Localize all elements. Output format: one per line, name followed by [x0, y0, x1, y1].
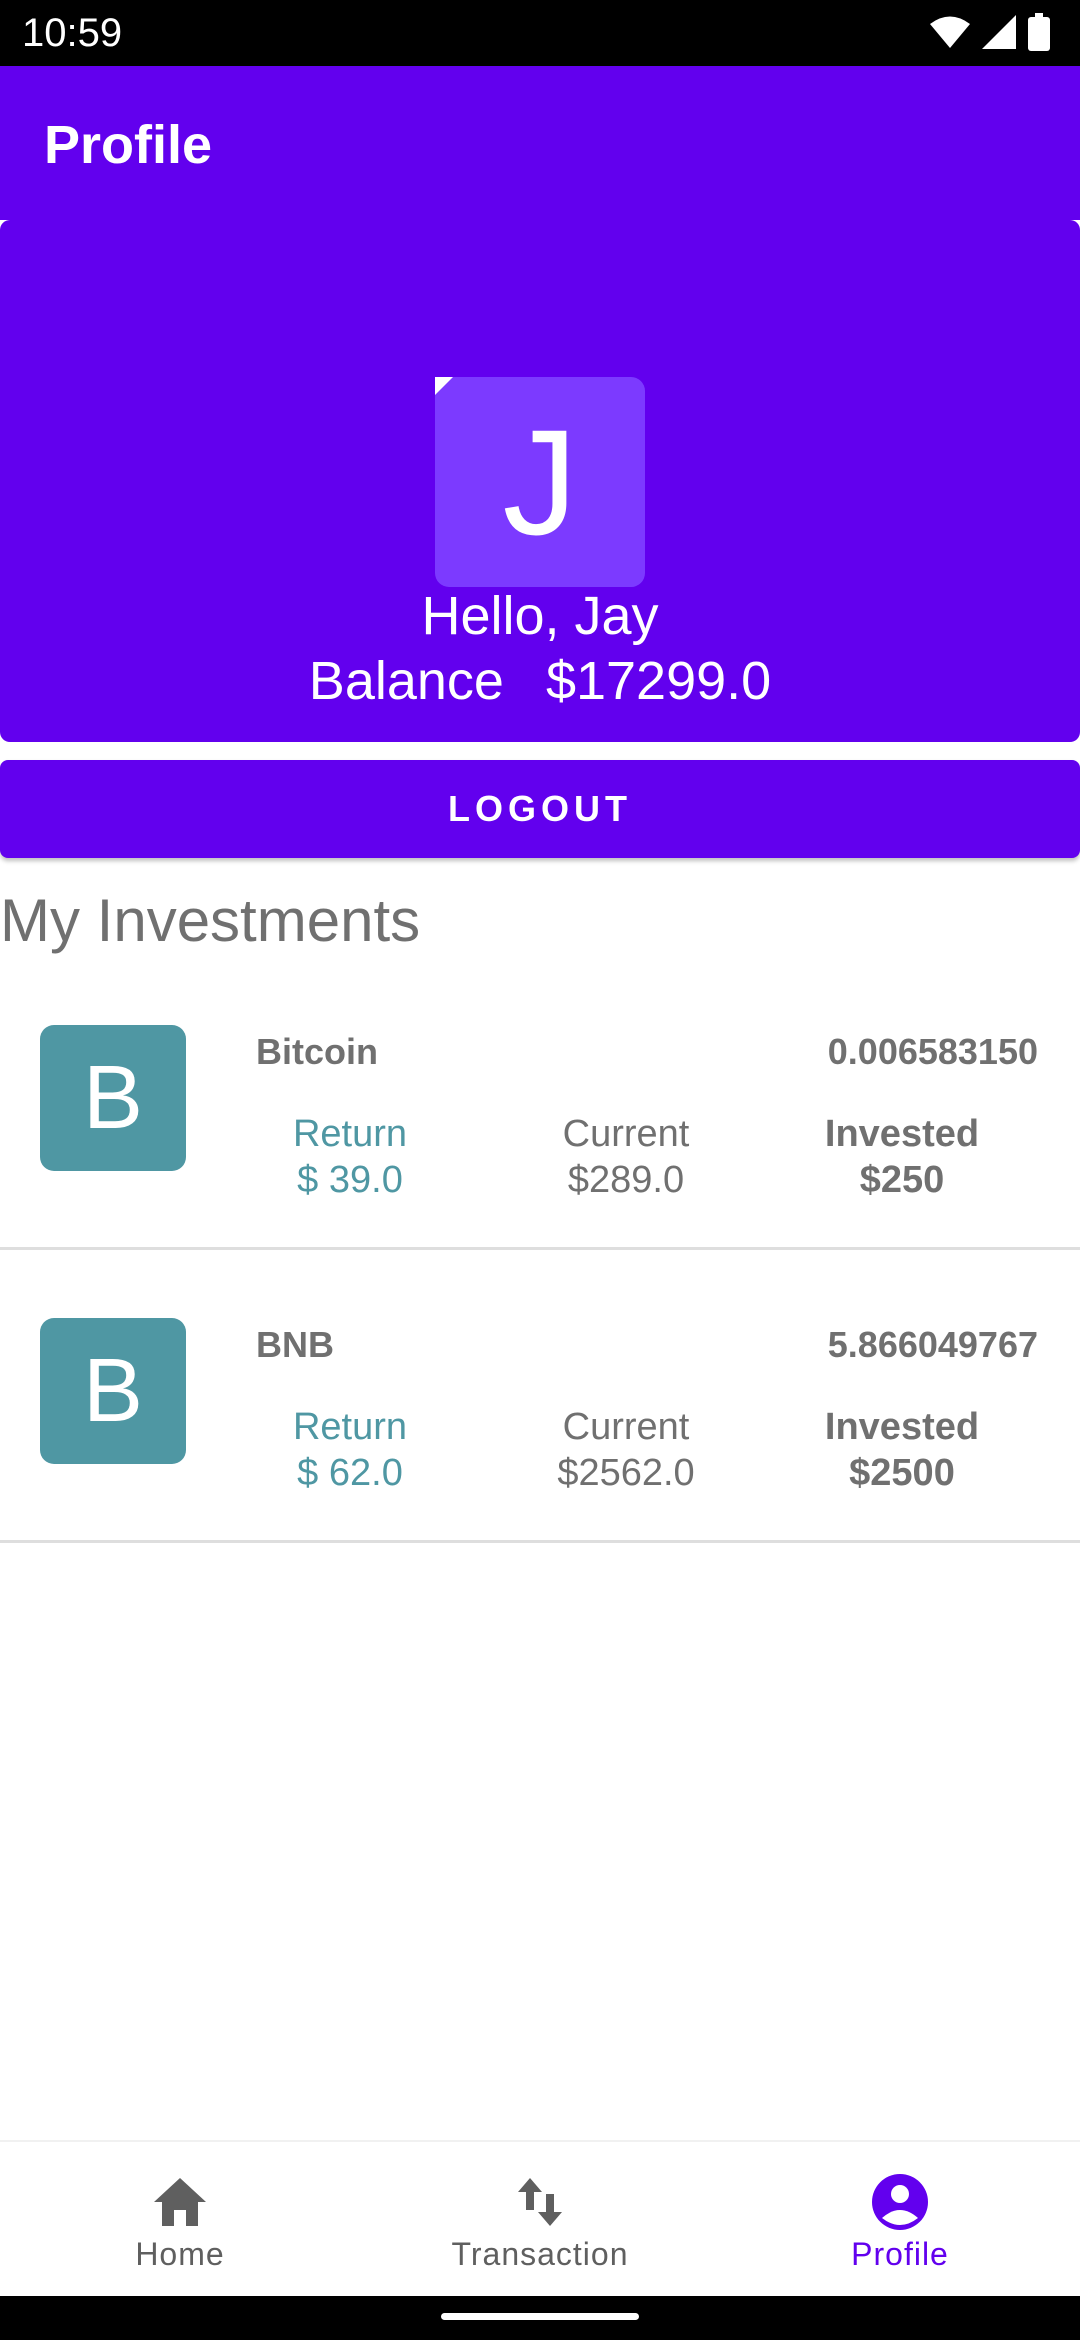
invested-stat: Invested $250: [772, 1111, 1032, 1203]
coin-name: BNB: [256, 1324, 334, 1365]
nav-item-profile[interactable]: Profile: [720, 2142, 1080, 2298]
system-navigation-bar: [0, 2296, 1080, 2340]
swap-vertical-icon: [360, 2172, 720, 2232]
current-value: $2562.0: [557, 1452, 695, 1494]
balance-row: Balance $17299.0: [0, 650, 1080, 712]
coin-quantity: 5.866049767: [827, 1324, 1038, 1365]
coin-icon: B: [40, 1318, 186, 1464]
return-label: Return: [292, 1406, 408, 1448]
return-stat: Return $ 39.0: [220, 1111, 480, 1203]
return-value: $ 39.0: [297, 1159, 403, 1201]
current-stat: Current $289.0: [496, 1111, 756, 1203]
current-label: Current: [562, 1113, 690, 1155]
wifi-icon: [930, 15, 970, 54]
nav-label-home: Home: [135, 2236, 225, 2272]
app-bar: Profile: [0, 66, 1080, 220]
invested-label: Invested: [824, 1113, 980, 1155]
section-title: My Investments: [0, 887, 421, 954]
invested-value: $250: [859, 1159, 945, 1201]
nav-item-transaction[interactable]: Transaction: [360, 2142, 720, 2298]
logout-button[interactable]: LOGOUT: [0, 760, 1080, 858]
avatar-letter: J: [502, 398, 578, 566]
greeting-text: Hello, Jay: [421, 586, 659, 646]
return-value: $ 62.0: [297, 1452, 403, 1494]
nav-item-home[interactable]: Home: [0, 2142, 360, 2298]
balance-value: $17299.0: [545, 651, 772, 711]
coin-name: Bitcoin: [256, 1031, 378, 1072]
invested-stat: Invested $2500: [772, 1404, 1032, 1496]
home-icon: [0, 2172, 360, 2232]
home-indicator[interactable]: [441, 2313, 639, 2320]
coin-quantity: 0.006583150: [827, 1031, 1038, 1072]
avatar: J: [435, 377, 645, 587]
nav-label-profile: Profile: [851, 2236, 949, 2272]
investment-item-bnb[interactable]: B BNB 5.866049767 Return $ 62.0 Current …: [0, 1248, 1080, 1543]
current-value: $289.0: [567, 1159, 685, 1201]
balance-label: Balance: [308, 651, 504, 711]
bottom-navigation: Home Transaction Profile: [0, 2140, 1080, 2298]
account-circle-icon: [720, 2172, 1080, 2232]
nav-label-transaction: Transaction: [451, 2236, 629, 2272]
avatar-corner: [435, 377, 453, 395]
current-stat: Current $2562.0: [496, 1404, 756, 1496]
coin-icon: B: [40, 1025, 186, 1171]
invested-label: Invested: [824, 1406, 980, 1448]
page-title: Profile: [44, 115, 213, 175]
invested-value: $2500: [849, 1452, 955, 1494]
cellular-signal-icon: [982, 14, 1016, 54]
profile-card: J Hello, Jay Balance $17299.0: [0, 220, 1080, 742]
return-stat: Return $ 62.0: [220, 1404, 480, 1496]
status-bar: 10:59: [0, 0, 1080, 66]
battery-icon: [1028, 12, 1050, 56]
status-time: 10:59: [22, 11, 123, 55]
current-label: Current: [562, 1406, 690, 1448]
investment-item-bitcoin[interactable]: B Bitcoin 0.006583150 Return $ 39.0 Curr…: [0, 955, 1080, 1250]
return-label: Return: [292, 1113, 408, 1155]
status-icons: [930, 12, 1050, 56]
